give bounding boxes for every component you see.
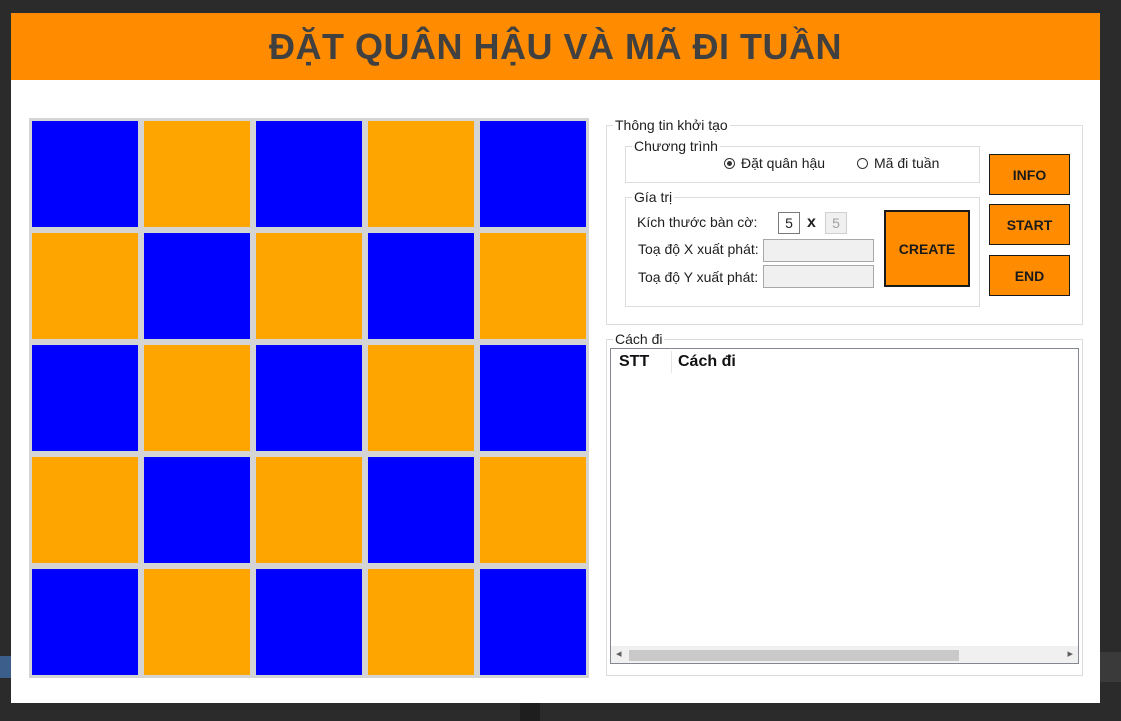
program-legend: Chương trình — [634, 138, 718, 154]
moves-list-header: STT Cách đi — [611, 349, 1078, 375]
app-title: ĐẶT QUÂN HẬU VÀ MÃ ĐI TUẦN — [269, 25, 842, 67]
board-size-input[interactable]: 5 — [778, 212, 800, 234]
board-cell[interactable] — [477, 118, 589, 230]
board-size-label: Kích thước bàn cờ: — [637, 214, 758, 230]
board-cell[interactable] — [141, 230, 253, 342]
board-cell[interactable] — [253, 230, 365, 342]
board-cell[interactable] — [253, 342, 365, 454]
board-cell[interactable] — [29, 454, 141, 566]
background-window-edge — [1100, 652, 1121, 682]
radio-queen-placement[interactable]: Đặt quân hậu — [724, 155, 825, 171]
board-size-mirror-field: 5 — [825, 212, 847, 234]
radio-knight-tour[interactable]: Mã đi tuần — [857, 155, 939, 171]
radio-unselected-icon — [857, 157, 868, 169]
board-cell[interactable] — [365, 454, 477, 566]
board-cell[interactable] — [29, 566, 141, 678]
init-info-legend: Thông tin khởi tạo — [615, 117, 728, 133]
board-cell[interactable] — [141, 566, 253, 678]
column-header-stt[interactable]: STT — [619, 353, 649, 371]
times-symbol: x — [807, 214, 816, 231]
column-separator[interactable] — [671, 351, 672, 373]
board-cell[interactable] — [29, 118, 141, 230]
board-cell[interactable] — [477, 342, 589, 454]
board-cell[interactable] — [477, 566, 589, 678]
board-cell[interactable] — [29, 342, 141, 454]
title-banner: ĐẶT QUÂN HẬU VÀ MÃ ĐI TUẦN — [11, 13, 1100, 80]
board-cell[interactable] — [253, 454, 365, 566]
start-x-field[interactable] — [763, 239, 874, 262]
chess-board — [29, 118, 589, 678]
board-cell[interactable] — [141, 342, 253, 454]
board-cell[interactable] — [29, 230, 141, 342]
scroll-left-icon[interactable]: ◂ — [616, 647, 622, 660]
end-button[interactable]: END — [989, 255, 1070, 296]
moves-legend: Cách đi — [615, 331, 663, 347]
board-cell[interactable] — [253, 118, 365, 230]
start-y-field[interactable] — [763, 265, 874, 288]
start-y-label: Toạ độ Y xuất phát: — [638, 269, 759, 285]
scroll-right-icon[interactable]: ▸ — [1067, 647, 1073, 660]
background-window-edge — [0, 656, 11, 678]
info-button[interactable]: INFO — [989, 154, 1070, 195]
scrollbar-thumb[interactable] — [629, 650, 959, 661]
board-cell[interactable] — [365, 230, 477, 342]
board-cell[interactable] — [141, 454, 253, 566]
radio-queen-label: Đặt quân hậu — [741, 155, 826, 171]
value-legend: Gía trị — [634, 189, 673, 205]
radio-selected-icon — [724, 157, 735, 169]
radio-knight-label: Mã đi tuần — [874, 155, 940, 171]
create-button[interactable]: CREATE — [884, 210, 970, 287]
horizontal-scrollbar[interactable]: ◂ ▸ — [611, 646, 1078, 663]
board-cell[interactable] — [253, 566, 365, 678]
moves-list[interactable]: STT Cách đi ◂ ▸ — [610, 348, 1079, 664]
app-window: ĐẶT QUÂN HẬU VÀ MÃ ĐI TUẦN Thông tin khở… — [11, 13, 1100, 703]
board-cell[interactable] — [477, 230, 589, 342]
board-cell[interactable] — [365, 342, 477, 454]
start-x-label: Toạ độ X xuất phát: — [638, 241, 759, 257]
board-cell[interactable] — [365, 566, 477, 678]
board-cell[interactable] — [477, 454, 589, 566]
board-cell[interactable] — [141, 118, 253, 230]
start-button[interactable]: START — [989, 204, 1070, 245]
background-window-edge — [520, 703, 540, 721]
column-header-moves[interactable]: Cách đi — [678, 353, 736, 371]
board-cell[interactable] — [365, 118, 477, 230]
